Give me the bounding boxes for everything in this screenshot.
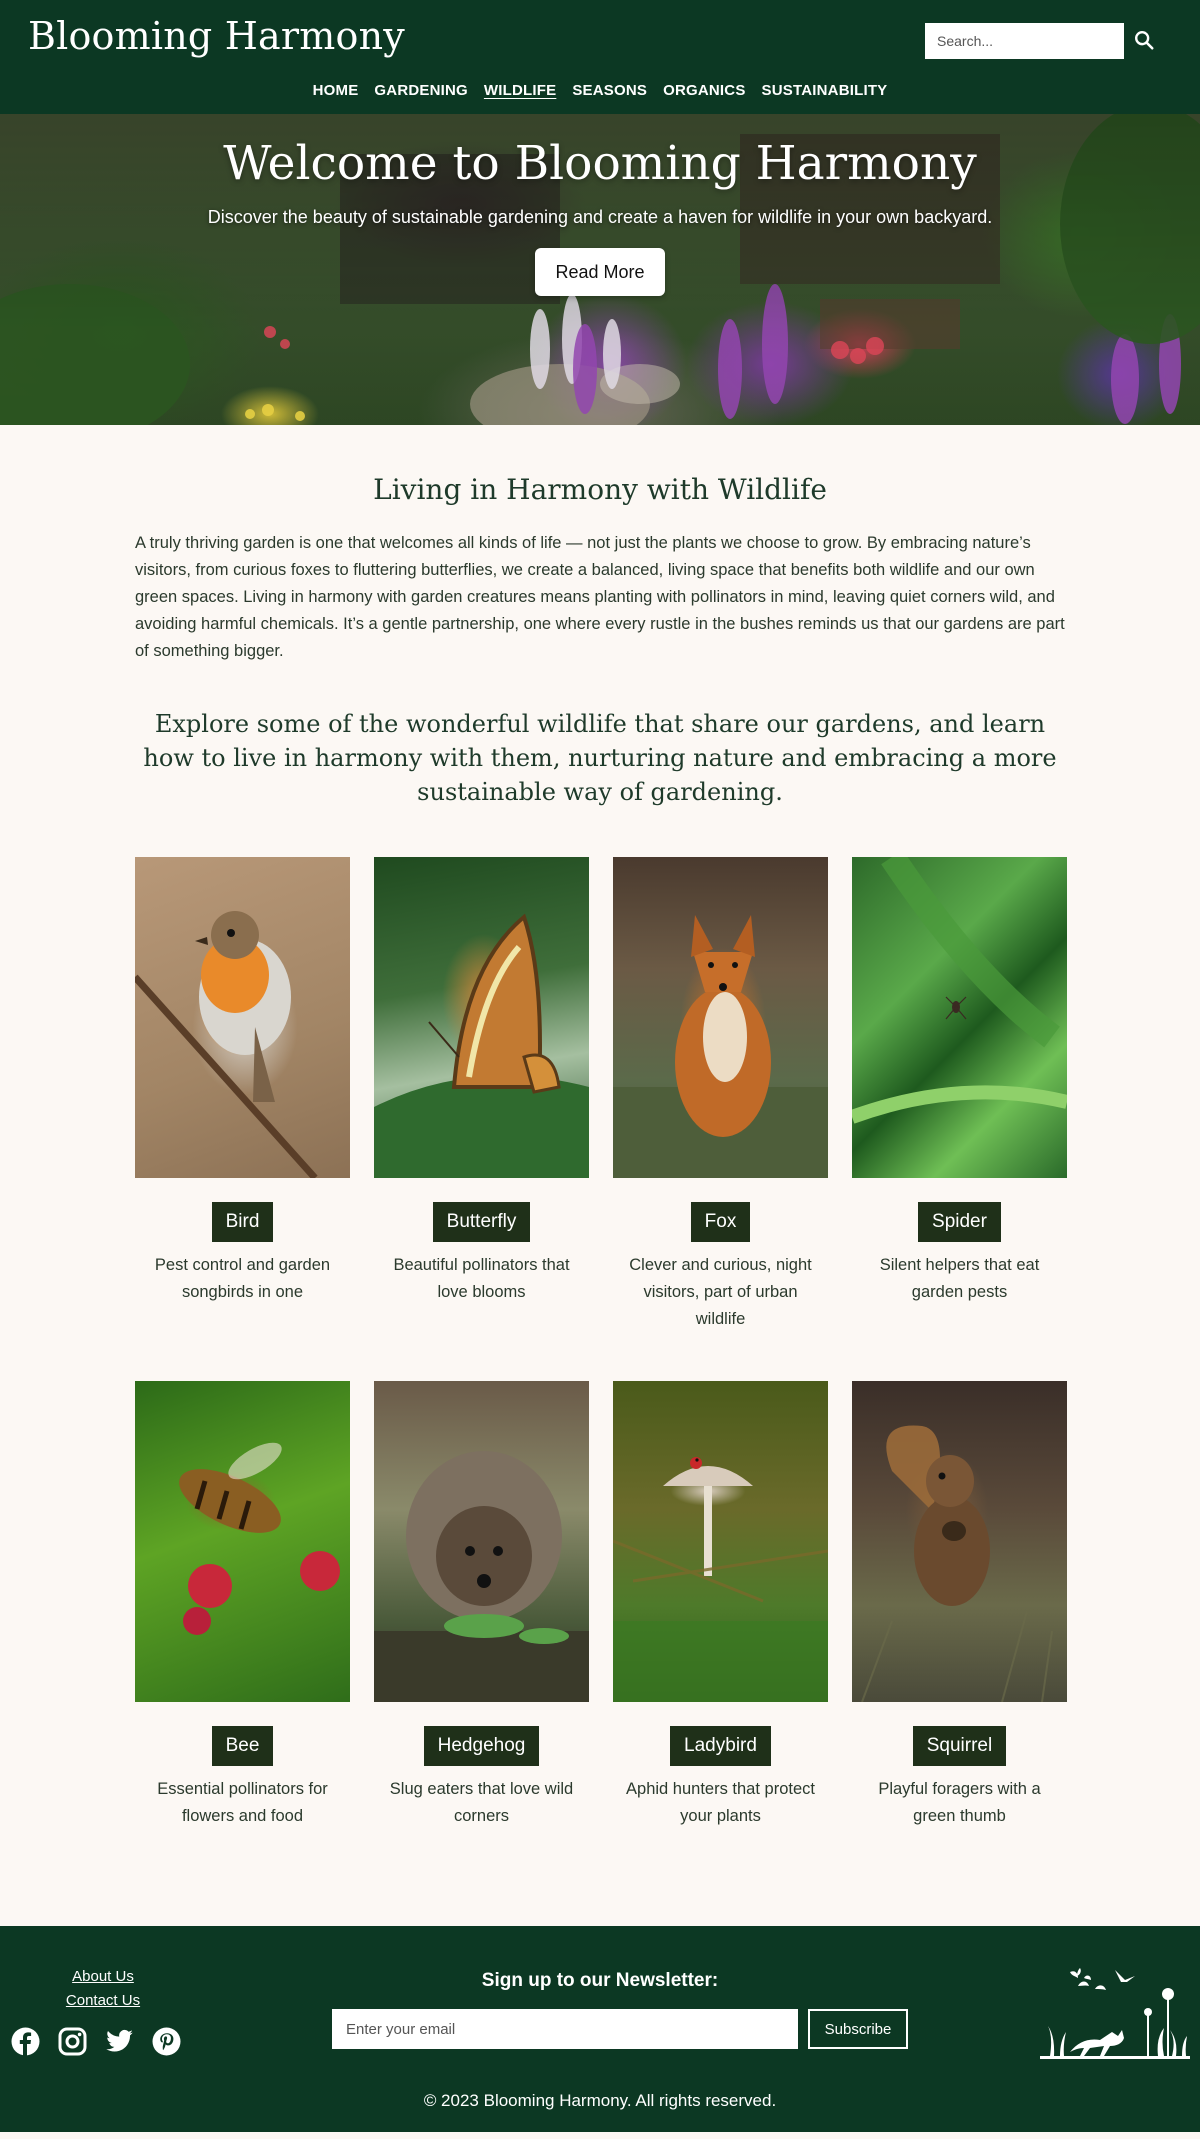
wildlife-grid: Bird Pest control and garden songbirds i… bbox=[135, 857, 1067, 1830]
card-description: Pest control and garden songbirds in one bbox=[154, 1256, 331, 1301]
search-input[interactable] bbox=[925, 23, 1124, 59]
wildlife-silhouette-icon bbox=[1040, 1968, 1190, 2059]
nav-sustainability[interactable]: SUSTAINABILITY bbox=[762, 82, 888, 99]
card-description: Essential pollinators for flowers and fo… bbox=[157, 1780, 328, 1825]
wildlife-card-butterfly[interactable]: Butterfly Beautiful pollinators that lov… bbox=[374, 857, 589, 1333]
nav-gardening[interactable]: GARDENING bbox=[374, 82, 467, 99]
fox-photo bbox=[613, 857, 828, 1178]
wildlife-card-fox[interactable]: Fox Clever and curious, night visitors, … bbox=[613, 857, 828, 1333]
card-description: Beautiful pollinators that love blooms bbox=[393, 1256, 570, 1301]
section-title: Living in Harmony with Wildlife bbox=[373, 473, 827, 506]
hero-title: Welcome to Blooming Harmony bbox=[223, 136, 977, 191]
bird-illustration bbox=[135, 911, 318, 1178]
card-label: Spider bbox=[918, 1202, 1001, 1242]
card-label: Ladybird bbox=[670, 1726, 771, 1766]
fox-illustration bbox=[613, 915, 828, 1178]
spider-photo bbox=[852, 857, 1067, 1178]
wildlife-card-squirrel[interactable]: Squirrel Playful foragers with a green t… bbox=[852, 1381, 1067, 1830]
wildlife-card-ladybird[interactable]: Ladybird Aphid hunters that protect your… bbox=[613, 1381, 828, 1830]
card-label: Hedgehog bbox=[423, 1726, 540, 1766]
explore-text: Explore some of the wonderful wildlife t… bbox=[143, 710, 1057, 806]
wildlife-card-bird[interactable]: Bird Pest control and garden songbirds i… bbox=[135, 857, 350, 1333]
facebook-icon[interactable] bbox=[11, 2027, 40, 2056]
intro-paragraph: A truly thriving garden is one that welc… bbox=[135, 534, 1065, 660]
read-more-button[interactable]: Read More bbox=[535, 248, 665, 296]
card-label: Fox bbox=[690, 1202, 751, 1242]
nav-home[interactable]: HOME bbox=[313, 82, 359, 99]
bee-illustration bbox=[179, 1442, 340, 1635]
site-logo[interactable]: Blooming Harmony bbox=[28, 14, 405, 58]
card-description: Silent helpers that eat garden pests bbox=[879, 1256, 1040, 1301]
search-icon[interactable] bbox=[1133, 29, 1155, 51]
site-footer: About Us Contact Us Sign up to our Newsl… bbox=[0, 1926, 1200, 2132]
newsletter-email-input[interactable] bbox=[332, 2009, 798, 2049]
hero-subtitle: Discover the beauty of sustainable garde… bbox=[207, 207, 993, 227]
contact-us-link[interactable]: Contact Us bbox=[0, 1989, 206, 2013]
site-header: Blooming Harmony HOME GARDENING WILDLIFE… bbox=[0, 0, 1200, 114]
wildlife-card-bee[interactable]: Bee Essential pollinators for flowers an… bbox=[135, 1381, 350, 1830]
card-label: Butterfly bbox=[432, 1202, 531, 1242]
pinterest-icon[interactable] bbox=[152, 2027, 181, 2056]
hero-banner: Welcome to Blooming Harmony Discover the… bbox=[0, 114, 1200, 425]
wildlife-card-hedgehog[interactable]: Hedgehog Slug eaters that love wild corn… bbox=[374, 1381, 589, 1830]
card-description: Aphid hunters that protect your plants bbox=[626, 1780, 815, 1825]
ladybird-photo bbox=[613, 1381, 828, 1702]
twitter-icon[interactable] bbox=[105, 2027, 134, 2056]
spider-illustration bbox=[852, 857, 1067, 1124]
bird-photo bbox=[135, 857, 350, 1178]
wildlife-card-spider[interactable]: Spider Silent helpers that eat garden pe… bbox=[852, 857, 1067, 1333]
card-description: Playful foragers with a green thumb bbox=[878, 1780, 1041, 1825]
nav-seasons[interactable]: SEASONS bbox=[572, 82, 647, 99]
subscribe-button[interactable]: Subscribe bbox=[808, 2009, 908, 2049]
butterfly-photo bbox=[374, 857, 589, 1178]
card-label: Bee bbox=[211, 1726, 274, 1766]
butterfly-illustration bbox=[374, 913, 589, 1178]
main-content: Living in Harmony with Wildlife A truly … bbox=[135, 473, 1067, 1830]
nav-organics[interactable]: ORGANICS bbox=[663, 82, 745, 99]
squirrel-photo bbox=[852, 1381, 1067, 1702]
newsletter-title: Sign up to our Newsletter: bbox=[481, 1970, 719, 1991]
main-nav: HOME GARDENING WILDLIFE SEASONS ORGANICS… bbox=[0, 82, 1200, 99]
instagram-icon[interactable] bbox=[58, 2027, 87, 2056]
card-description: Clever and curious, night visitors, part… bbox=[629, 1256, 812, 1328]
copyright-text: © 2023 Blooming Harmony. All rights rese… bbox=[423, 2091, 777, 2110]
card-label: Squirrel bbox=[912, 1726, 1007, 1766]
bee-photo bbox=[135, 1381, 350, 1702]
hedgehog-photo bbox=[374, 1381, 589, 1702]
ladybird-illustration bbox=[613, 1457, 828, 1702]
hedgehog-illustration bbox=[374, 1451, 589, 1702]
card-description: Slug eaters that love wild corners bbox=[389, 1780, 574, 1825]
card-label: Bird bbox=[211, 1202, 274, 1242]
nav-wildlife[interactable]: WILDLIFE bbox=[484, 82, 556, 99]
social-icons bbox=[11, 2027, 181, 2056]
squirrel-illustration bbox=[861, 1425, 1053, 1702]
